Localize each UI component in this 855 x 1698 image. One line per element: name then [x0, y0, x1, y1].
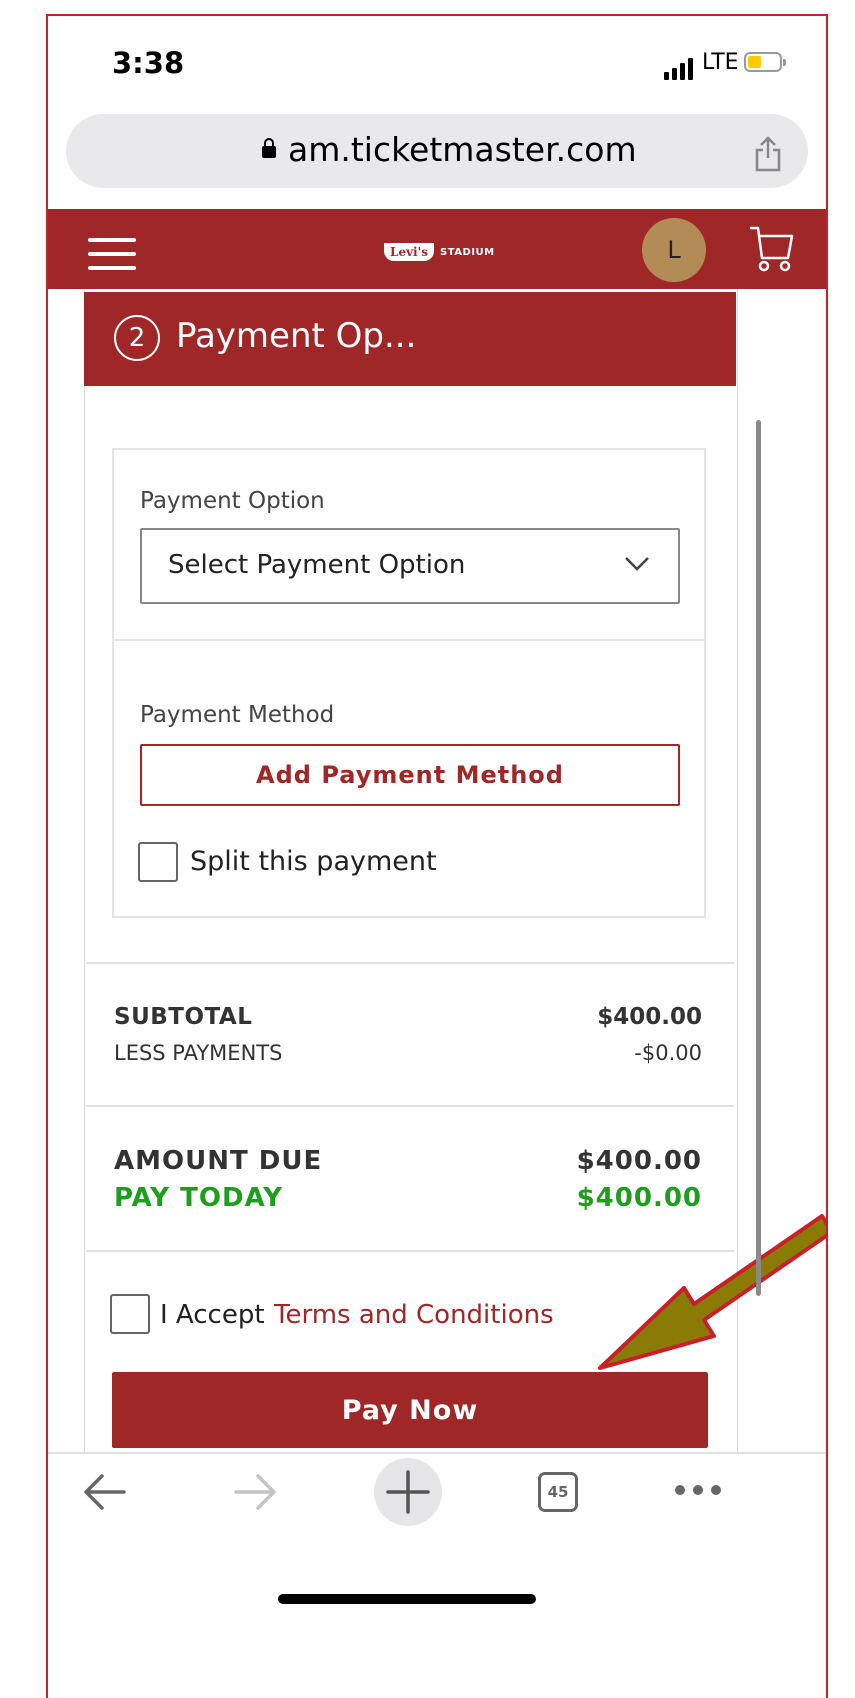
less-payments-value: -$0.00 — [634, 1041, 702, 1065]
status-time: 3:38 — [112, 46, 185, 80]
less-payments-label: LESS PAYMENTS — [114, 1041, 283, 1065]
url-text[interactable]: am.ticketmaster.com — [288, 130, 637, 169]
amount-due-label: AMOUNT DUE — [114, 1146, 323, 1176]
terms-checkbox[interactable] — [110, 1294, 150, 1334]
split-payment-label: Split this payment — [190, 846, 437, 877]
signal-icon — [664, 58, 693, 80]
payment-method-label: Payment Method — [140, 702, 335, 728]
pay-today-label: PAY TODAY — [114, 1183, 284, 1213]
menu-icon[interactable] — [88, 238, 136, 270]
split-payment-checkbox[interactable] — [138, 842, 178, 882]
share-icon[interactable] — [754, 136, 782, 172]
chevron-down-icon[interactable] — [624, 556, 650, 572]
home-indicator[interactable] — [278, 1594, 536, 1604]
plus-icon — [386, 1470, 430, 1514]
payment-option-value[interactable]: Select Payment Option — [168, 550, 465, 580]
avatar[interactable]: L — [642, 218, 706, 282]
cart-icon[interactable] — [748, 224, 794, 274]
more-icon[interactable] — [672, 1480, 724, 1500]
amount-due-value: $400.00 — [576, 1146, 702, 1176]
scrollbar[interactable] — [756, 420, 761, 1296]
add-payment-method-button[interactable]: Add Payment Method — [140, 744, 680, 806]
levis-stadium-logo[interactable]: Levi's STADIUM — [384, 239, 522, 265]
phone-screen: 3:38 LTE am.ticketmaster.com Levi's STAD… — [46, 14, 828, 1698]
network-type: LTE — [702, 50, 739, 75]
step-number: 2 — [114, 315, 160, 361]
battery-icon — [744, 52, 786, 72]
payment-option-label: Payment Option — [140, 488, 325, 514]
back-arrow-icon[interactable] — [82, 1472, 128, 1512]
terms-prefix: I Accept — [160, 1300, 265, 1330]
forward-arrow-icon[interactable] — [232, 1472, 278, 1512]
divider — [86, 1105, 734, 1107]
subtotal-label: SUBTOTAL — [114, 1004, 253, 1030]
divider — [86, 962, 734, 964]
terms-link[interactable]: Terms and Conditions — [274, 1300, 554, 1330]
logo-venue: STADIUM — [440, 246, 495, 258]
logo-brand: Levi's — [384, 243, 435, 261]
new-tab-button[interactable] — [374, 1458, 442, 1526]
panel-divider — [112, 639, 706, 641]
lock-icon — [262, 138, 276, 158]
annotation-arrow-icon — [598, 1214, 826, 1370]
tabs-count-button[interactable]: 45 — [538, 1472, 578, 1512]
step-title: Payment Op... — [176, 316, 417, 356]
subtotal-value: $400.00 — [597, 1004, 702, 1030]
